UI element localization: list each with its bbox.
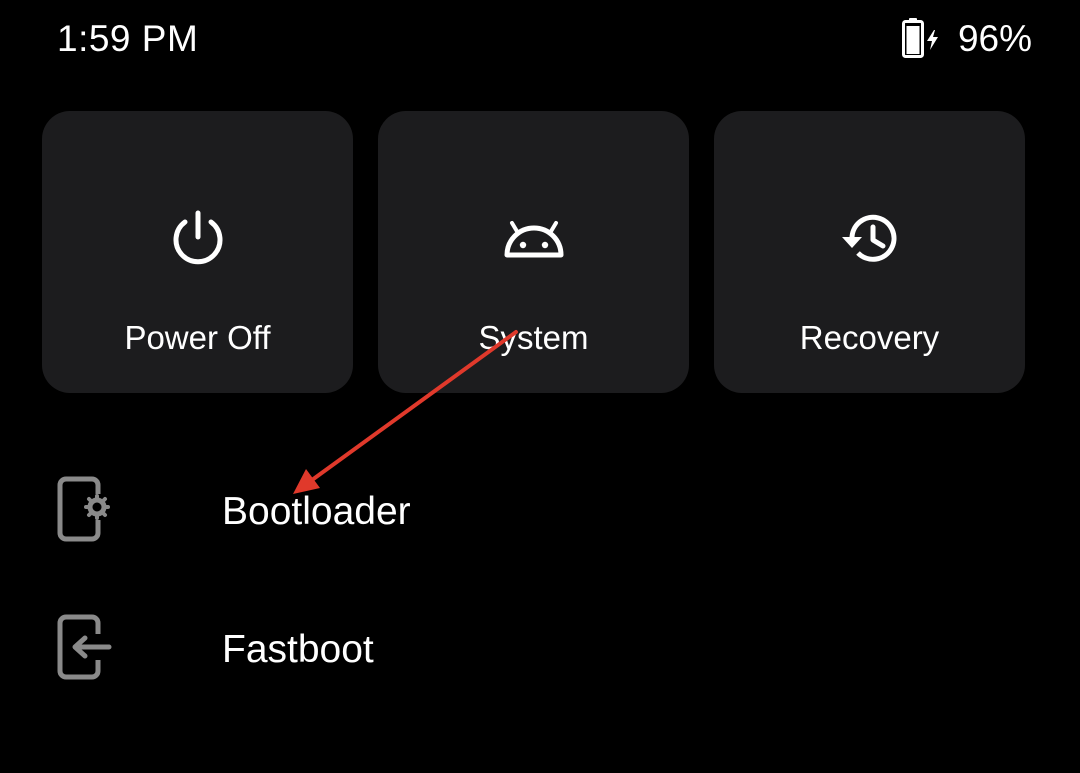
power-options-tiles: Power Off System Recovery — [42, 111, 1025, 393]
battery-percent: 96% — [957, 18, 1032, 59]
status-time: 1:59 PM — [57, 18, 199, 59]
history-icon — [841, 214, 896, 262]
recovery-label: Recovery — [799, 319, 940, 356]
power-menu-screen: 1:59 PM 96% Power Off System Recovery Bo… — [0, 0, 1080, 773]
battery-charging-icon — [901, 18, 938, 58]
system-button[interactable]: System — [378, 111, 689, 393]
status-battery: 96% — [900, 18, 1032, 60]
phone-settings-icon — [57, 476, 110, 542]
power-off-label: Power Off — [124, 319, 271, 356]
recovery-button[interactable]: Recovery — [714, 111, 1025, 393]
fastboot-item[interactable]: Fastboot — [0, 596, 1080, 706]
android-icon — [504, 221, 563, 258]
phone-enter-icon — [57, 614, 112, 680]
power-off-button[interactable]: Power Off — [42, 111, 353, 393]
fastboot-label: Fastboot — [222, 628, 374, 671]
system-label: System — [478, 319, 589, 356]
power-icon — [173, 210, 222, 265]
bootloader-label: Bootloader — [222, 490, 411, 533]
bootloader-item[interactable]: Bootloader — [0, 458, 1080, 568]
